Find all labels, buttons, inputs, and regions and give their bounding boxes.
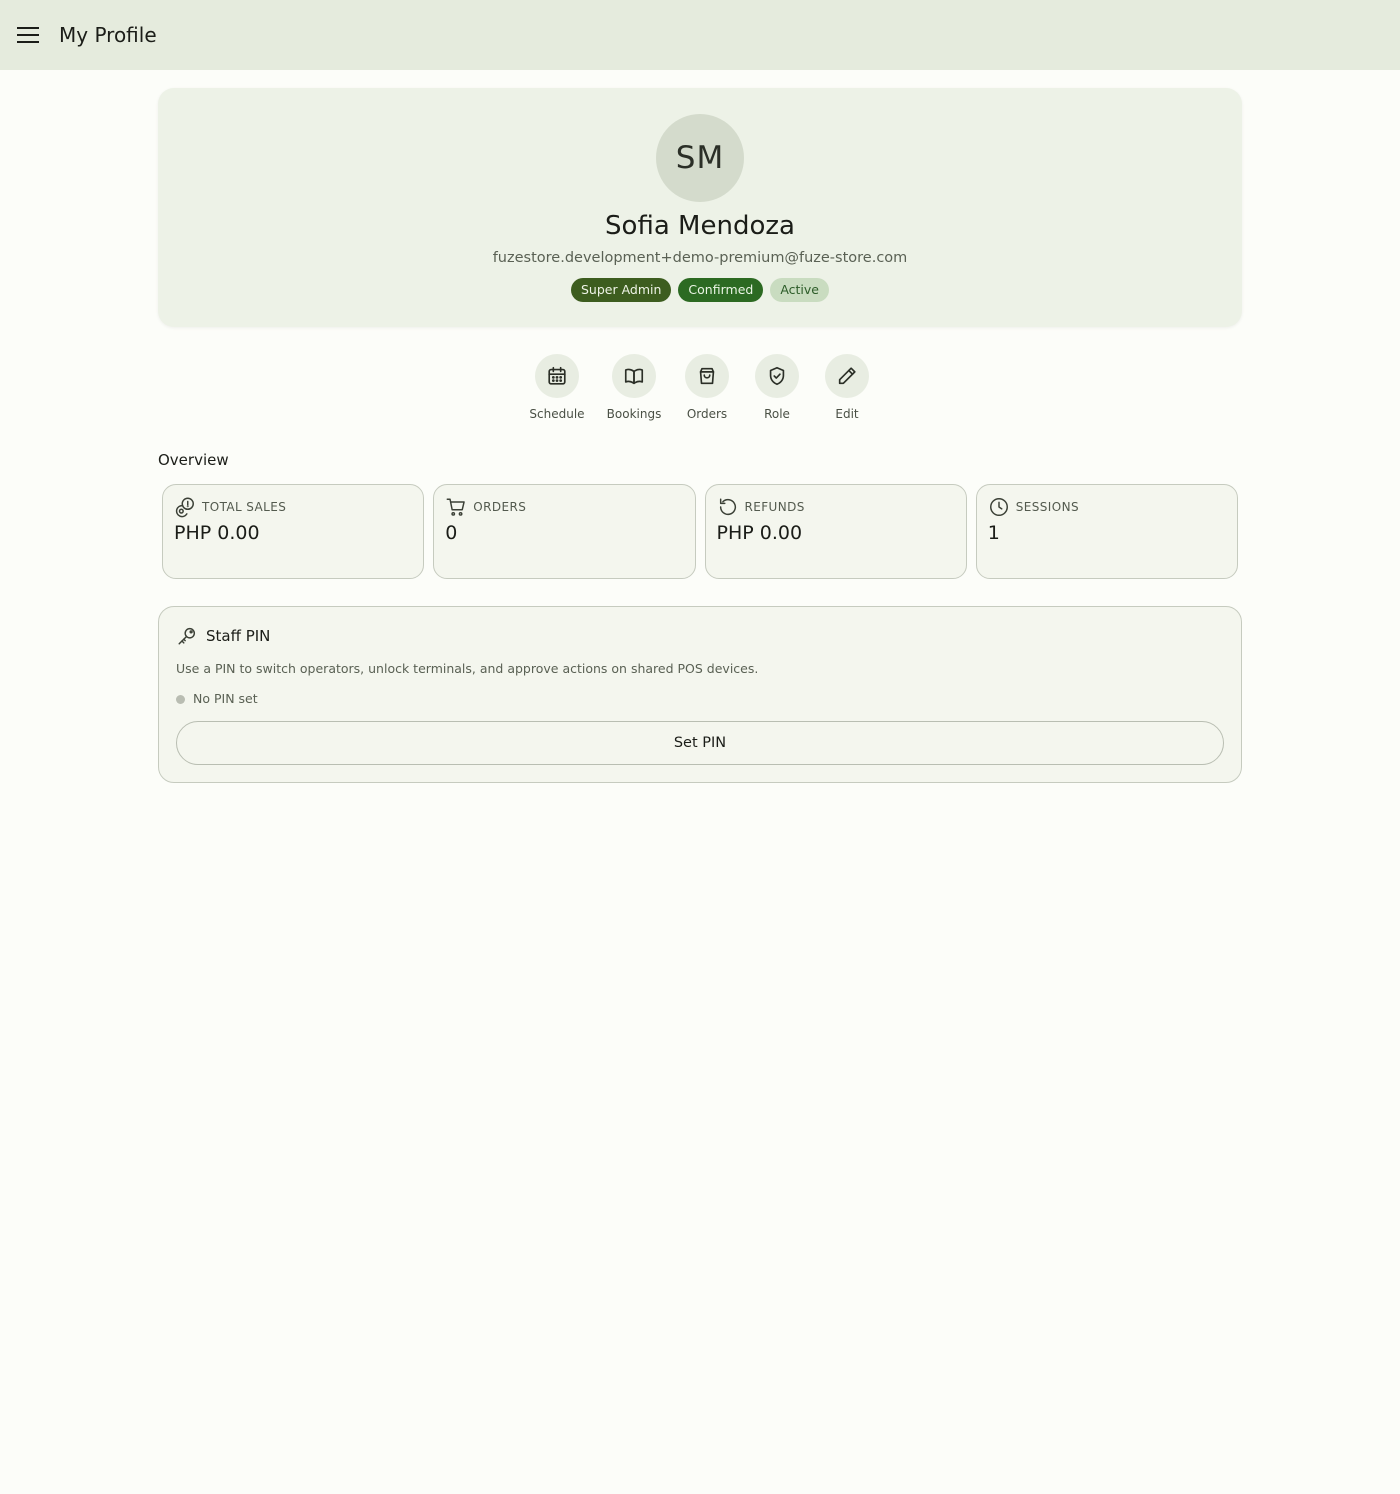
stat-card-sessions: SESSIONS 1 xyxy=(975,484,1238,579)
stat-value: 1 xyxy=(987,522,1000,544)
badge-row: Super Admin Confirmed Active xyxy=(158,278,1242,302)
menu-icon xyxy=(17,27,39,43)
staff-pin-description: Use a PIN to switch operators, unlock te… xyxy=(176,661,759,676)
pin-status: No PIN set xyxy=(176,690,258,708)
key-icon xyxy=(178,627,196,645)
stat-value: PHP 0.00 xyxy=(716,522,803,544)
schedule-action[interactable]: Schedule xyxy=(518,354,596,422)
staff-pin-title: Staff PIN xyxy=(206,627,271,645)
page-title: My Profile xyxy=(59,23,157,47)
stat-value: 0 xyxy=(445,522,458,544)
pencil-icon xyxy=(838,367,856,385)
stat-label: REFUNDS xyxy=(744,500,805,514)
overview-stats: TOTAL SALES PHP 0.00 ORDERS 0 REFUNDS PH… xyxy=(162,484,1238,579)
stat-card-total-sales: TOTAL SALES PHP 0.00 xyxy=(162,484,425,579)
avatar: SM xyxy=(656,114,744,202)
edit-action[interactable]: Edit xyxy=(812,354,882,422)
action-label: Bookings xyxy=(606,407,662,421)
status-dot xyxy=(176,694,185,704)
bookings-action[interactable]: Bookings xyxy=(596,354,672,422)
quick-actions: Schedule Bookings Orders Role Edit xyxy=(0,354,1400,422)
action-label: Role xyxy=(764,407,790,421)
role-badge: Super Admin xyxy=(570,278,672,302)
role-action[interactable]: Role xyxy=(742,354,812,422)
action-label: Schedule xyxy=(529,407,585,421)
action-label: Edit xyxy=(835,407,859,421)
book-icon xyxy=(624,368,644,385)
user-email: fuzestore.development+demo-premium@fuze-… xyxy=(492,250,908,266)
clock-icon xyxy=(989,498,1008,516)
coins-icon xyxy=(175,497,194,518)
status-badge: Active xyxy=(770,278,829,302)
confirmed-badge: Confirmed xyxy=(678,278,764,302)
stat-value: PHP 0.00 xyxy=(174,522,260,544)
shopping-bag-icon xyxy=(699,367,715,385)
calendar-icon xyxy=(548,366,566,385)
cart-icon xyxy=(446,498,466,516)
menu-button[interactable] xyxy=(14,22,42,48)
top-app-bar: My Profile xyxy=(0,0,1400,70)
user-name: Sofia Mendoza xyxy=(605,211,795,241)
stat-label: SESSIONS xyxy=(1015,500,1079,514)
stat-card-refunds: REFUNDS PHP 0.00 xyxy=(704,484,967,579)
stat-label: ORDERS xyxy=(473,500,527,514)
staff-pin-card: Staff PIN Use a PIN to switch operators,… xyxy=(158,606,1242,783)
shield-check-icon xyxy=(769,366,785,386)
orders-action[interactable]: Orders xyxy=(672,354,742,422)
overview-title: Overview xyxy=(158,451,229,469)
stat-label: TOTAL SALES xyxy=(202,500,287,514)
profile-card: SM Sofia Mendoza fuzestore.development+d… xyxy=(158,88,1242,327)
refund-icon xyxy=(719,498,736,516)
set-pin-button[interactable]: Set PIN xyxy=(176,721,1224,765)
pin-status-text: No PIN set xyxy=(193,691,258,706)
stat-card-orders: ORDERS 0 xyxy=(433,484,696,579)
action-label: Orders xyxy=(686,407,728,421)
